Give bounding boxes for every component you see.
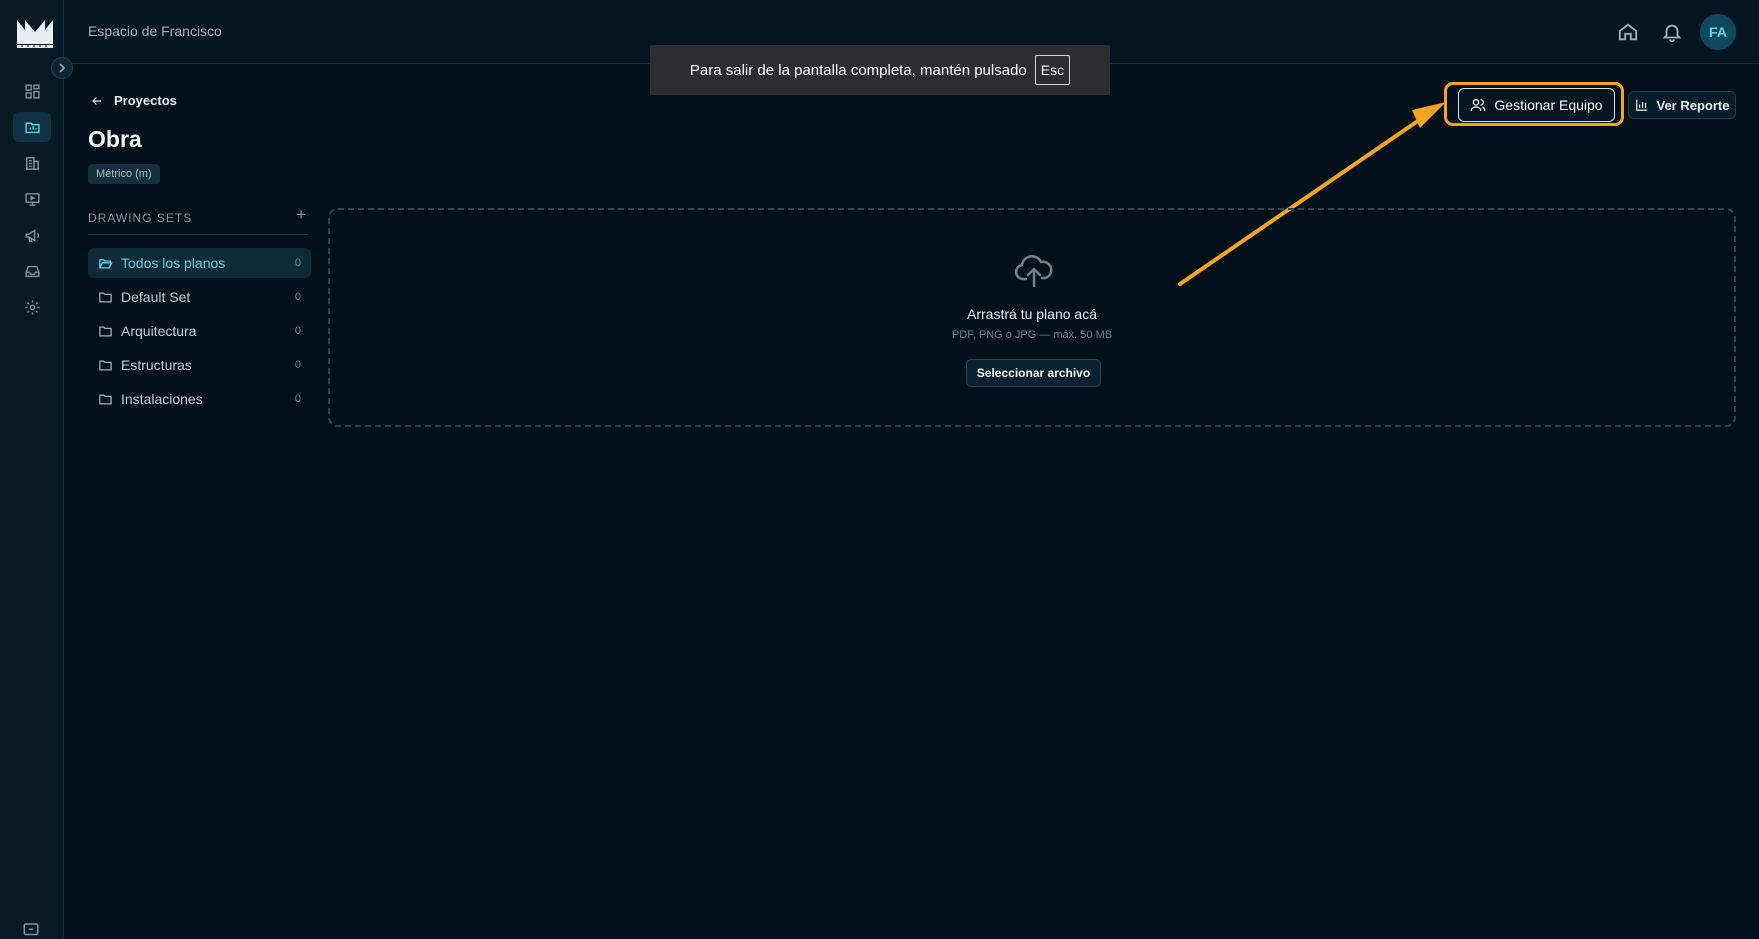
dropzone-title: Arrastrá tu plano acá bbox=[967, 306, 1097, 322]
folder-icon bbox=[99, 292, 112, 302]
drawing-set-count: 0 bbox=[294, 359, 301, 371]
folder-open-icon bbox=[98, 258, 113, 268]
drawing-set-label: Todos los planos bbox=[121, 255, 226, 271]
workspace-name[interactable]: Espacio de Francisco bbox=[88, 23, 222, 39]
manage-team-label: Gestionar Equipo bbox=[1494, 97, 1603, 113]
settings-icon bbox=[24, 299, 40, 315]
drawing-set-item[interactable]: Default Set 0 bbox=[88, 282, 311, 312]
inbox-icon bbox=[24, 265, 40, 277]
sidebar-item-settings[interactable] bbox=[13, 292, 51, 322]
folder-icon bbox=[99, 326, 112, 336]
dropzone-subtitle: PDF, PNG o JPG — máx. 50 MB bbox=[951, 329, 1113, 341]
select-file-button[interactable]: Seleccionar archivo bbox=[966, 359, 1101, 387]
cloud-upload-icon bbox=[1014, 255, 1053, 288]
fullscreen-toast: Para salir de la pantalla completa, mant… bbox=[650, 45, 1110, 95]
drawing-set-count: 0 bbox=[294, 325, 301, 337]
chevron-right-icon bbox=[59, 63, 66, 73]
folder-icon bbox=[99, 394, 112, 404]
view-report-label: Ver Reporte bbox=[1656, 97, 1730, 113]
view-report-button[interactable]: Ver Reporte bbox=[1628, 91, 1736, 119]
user-avatar[interactable]: FA bbox=[1700, 14, 1736, 50]
back-label: Proyectos bbox=[114, 93, 177, 108]
toast-key: Esc bbox=[1034, 55, 1071, 85]
bar-chart-icon bbox=[1635, 99, 1647, 111]
drawing-set-label: Default Set bbox=[121, 289, 191, 305]
drawing-set-label: Estructuras bbox=[121, 357, 192, 373]
annotation-arrow bbox=[1178, 102, 1446, 286]
drawing-set-label: Instalaciones bbox=[121, 391, 203, 407]
add-drawing-set-button[interactable]: + bbox=[296, 205, 306, 225]
left-sidebar bbox=[0, 0, 64, 939]
users-icon bbox=[1471, 99, 1486, 112]
unit-badge: Métrico (m) bbox=[88, 164, 160, 184]
manage-team-button[interactable]: Gestionar Equipo bbox=[1458, 88, 1615, 122]
sidebar-expand-button[interactable] bbox=[51, 57, 73, 79]
folder-icon bbox=[99, 360, 112, 370]
bell-icon[interactable] bbox=[1661, 21, 1683, 43]
megaphone-icon bbox=[24, 228, 39, 242]
home-icon[interactable] bbox=[1617, 21, 1639, 43]
feedback-icon[interactable] bbox=[22, 921, 40, 939]
brand-logo[interactable] bbox=[15, 14, 55, 50]
sidebar-item-inbox[interactable] bbox=[13, 256, 51, 286]
buildings-icon bbox=[25, 156, 39, 170]
sidebar-item-announcements[interactable] bbox=[13, 220, 51, 250]
drawing-set-count: 0 bbox=[294, 257, 301, 269]
sidebar-item-buildings[interactable] bbox=[13, 148, 51, 178]
drawing-set-item[interactable]: Arquitectura 0 bbox=[88, 316, 311, 346]
drawing-set-item[interactable]: Todos los planos 0 bbox=[88, 248, 311, 278]
drawing-sets-header: DRAWING SETS + bbox=[88, 205, 308, 235]
drawing-sets-title: DRAWING SETS bbox=[88, 211, 193, 225]
back-to-projects-link[interactable]: Proyectos bbox=[90, 93, 177, 108]
dashboard-icon bbox=[24, 83, 40, 99]
arrow-left-icon bbox=[92, 96, 102, 105]
presentation-icon bbox=[24, 192, 40, 206]
drawing-set-item[interactable]: Estructuras 0 bbox=[88, 350, 311, 380]
sidebar-item-dashboard[interactable] bbox=[13, 76, 51, 106]
upload-dropzone[interactable]: Arrastrá tu plano acá PDF, PNG o JPG — m… bbox=[328, 208, 1736, 427]
page-title: Obra bbox=[88, 126, 142, 152]
projects-icon bbox=[24, 122, 40, 133]
drawing-set-count: 0 bbox=[294, 291, 301, 303]
sidebar-item-presentations[interactable] bbox=[13, 184, 51, 214]
drawing-set-label: Arquitectura bbox=[121, 323, 197, 339]
drawing-set-item[interactable]: Instalaciones 0 bbox=[88, 384, 311, 414]
drawing-set-count: 0 bbox=[294, 393, 301, 405]
toast-message: Para salir de la pantalla completa, mant… bbox=[689, 61, 1027, 79]
sidebar-item-projects[interactable] bbox=[13, 112, 51, 142]
